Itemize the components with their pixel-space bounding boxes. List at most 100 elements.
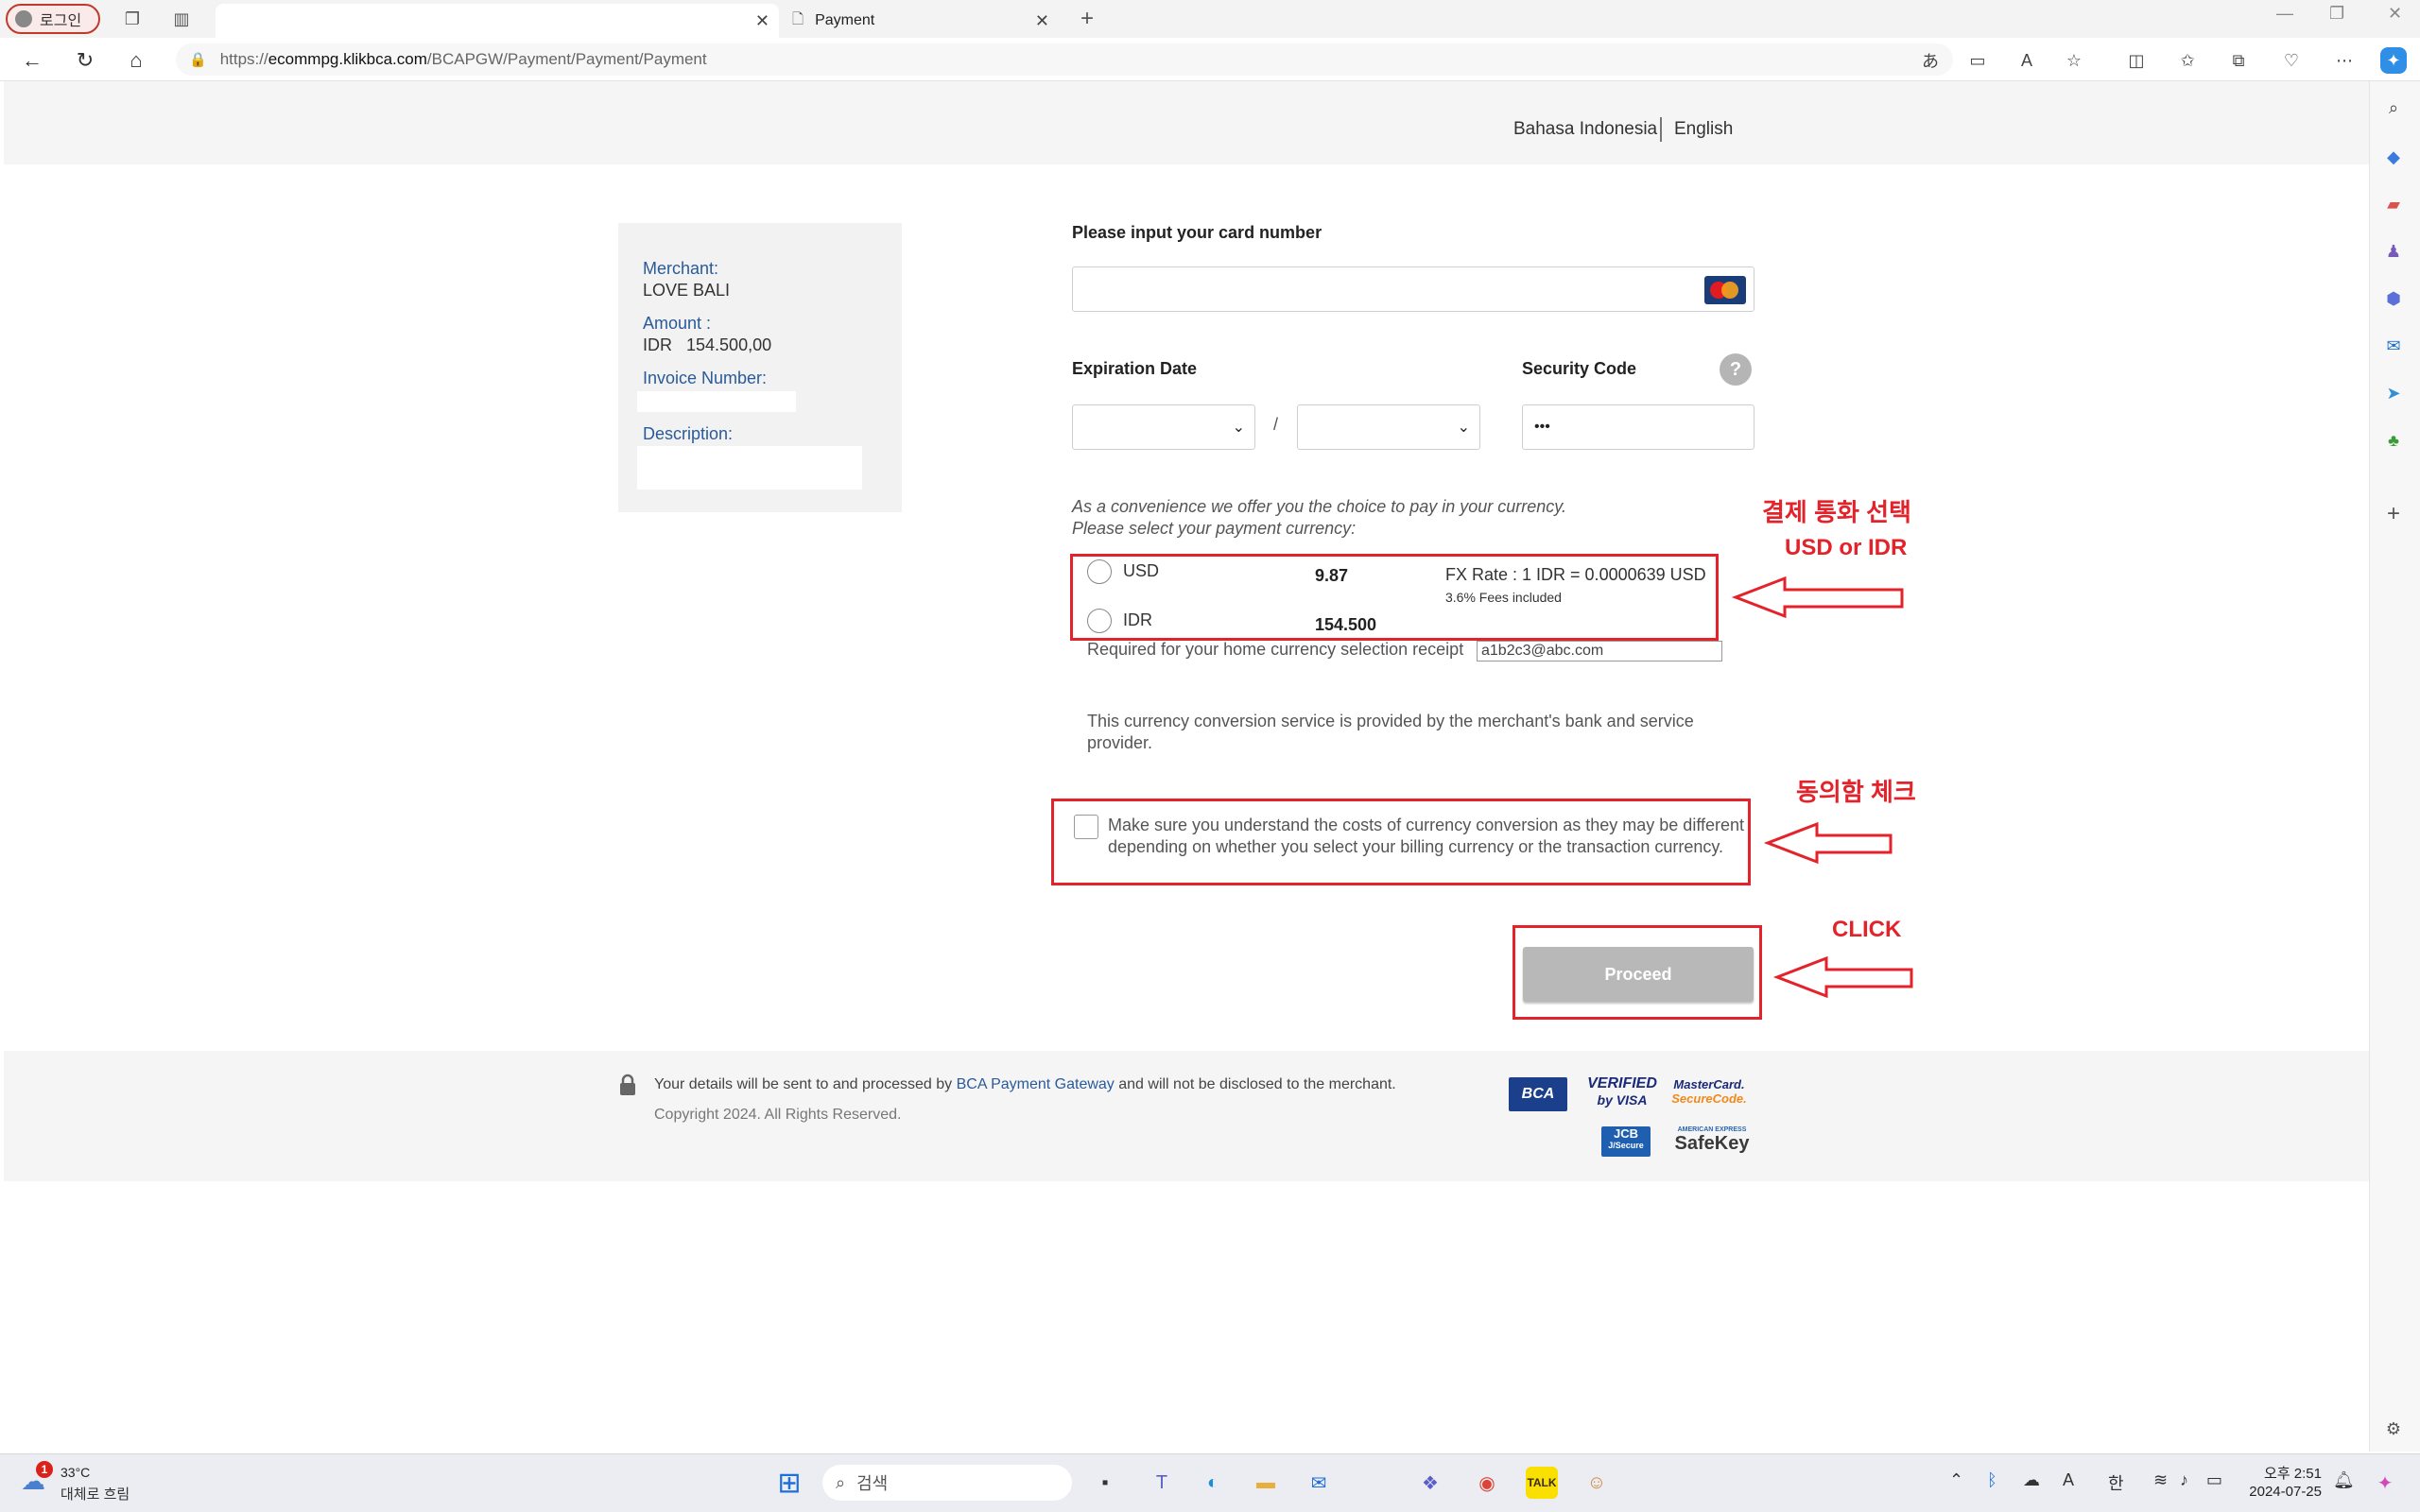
- amount-value: IDR 154.500,00: [643, 335, 771, 355]
- currency-intro-line2: Please select your payment currency:: [1072, 519, 1357, 538]
- url-host: ecommpg.klikbca.com: [268, 50, 427, 68]
- file-explorer-icon[interactable]: ▬: [1250, 1467, 1282, 1499]
- chrome-icon[interactable]: ◉: [1471, 1467, 1503, 1499]
- lock-icon[interactable]: 🔒: [189, 51, 207, 68]
- clock-time[interactable]: 오후 2:51: [2246, 1463, 2322, 1483]
- close-tab-icon[interactable]: ✕: [1035, 11, 1049, 31]
- teams-icon[interactable]: T: [1146, 1467, 1178, 1499]
- ime-mode-han[interactable]: 한: [2108, 1470, 2124, 1495]
- favorites-icon[interactable]: ✩: [2174, 47, 2201, 74]
- mastercard-logo-icon: [1704, 276, 1746, 304]
- close-tab-icon[interactable]: ✕: [755, 11, 769, 31]
- taskbar-search-placeholder: 검색: [856, 1474, 889, 1493]
- description-value: [637, 446, 862, 490]
- security-code-input[interactable]: •••: [1522, 404, 1754, 450]
- windows-start-icon[interactable]: ⊞: [773, 1467, 805, 1499]
- kakaotalk-icon[interactable]: TALK: [1526, 1467, 1558, 1499]
- wifi-icon[interactable]: ≋: [2153, 1470, 2168, 1490]
- workspaces-icon[interactable]: ❐: [119, 6, 146, 32]
- visa-line1: VERIFIED: [1587, 1075, 1657, 1091]
- amount-currency: IDR: [643, 335, 672, 354]
- clock-date[interactable]: 2024-07-25: [2246, 1484, 2322, 1500]
- card-number-label: Please input your card number: [1072, 223, 1322, 242]
- ime-mode-a[interactable]: A: [2063, 1470, 2074, 1490]
- restore-icon[interactable]: ❐: [2329, 4, 2344, 24]
- annotation-click-title: CLICK: [1832, 917, 1902, 942]
- jcb-line2: J/Secure: [1608, 1141, 1644, 1150]
- profile-button[interactable]: 로그인: [6, 4, 100, 34]
- jcb-jsecure-logo: JCB J/Secure: [1601, 1126, 1651, 1157]
- task-view-icon[interactable]: ▪: [1089, 1467, 1121, 1499]
- onedrive-icon[interactable]: ☁: [2023, 1470, 2040, 1490]
- m365-icon[interactable]: ⬢: [2380, 285, 2407, 312]
- arrow-left-icon: [1763, 821, 1893, 865]
- tray-chevron-icon[interactable]: ⌃: [1949, 1470, 1963, 1490]
- tab-payment[interactable]: 🗋 Payment ✕: [779, 4, 1059, 38]
- mail-icon[interactable]: ✉: [1303, 1467, 1335, 1499]
- help-question-icon[interactable]: ?: [1720, 353, 1752, 386]
- tools-icon[interactable]: ▰: [2380, 191, 2407, 217]
- card-number-input[interactable]: [1072, 266, 1754, 312]
- annotation-currency-title: 결제 통화 선택: [1762, 498, 1911, 526]
- add-sidebar-icon[interactable]: +: [2380, 501, 2407, 527]
- service-note: This currency conversion service is prov…: [1087, 712, 1694, 752]
- currency-highlight-box: [1070, 554, 1719, 641]
- card-icon[interactable]: ▭: [1964, 47, 1991, 74]
- tab-blank[interactable]: ✕: [216, 4, 779, 38]
- search-icon[interactable]: ⌕: [2380, 94, 2407, 121]
- copilot-app-icon[interactable]: ❖: [1414, 1467, 1446, 1499]
- collections-icon[interactable]: ⧉: [2225, 47, 2252, 74]
- url-prefix: https://: [219, 50, 268, 68]
- copilot-icon[interactable]: ✦: [2380, 47, 2407, 74]
- character-app-icon[interactable]: ☺: [1581, 1467, 1613, 1499]
- copilot-tray-icon[interactable]: ✦: [2369, 1467, 2401, 1499]
- send-icon[interactable]: ➤: [2380, 380, 2407, 406]
- volume-icon[interactable]: ♪: [2180, 1470, 2188, 1490]
- games-icon[interactable]: ♟: [2380, 238, 2407, 265]
- chevron-down-icon: ⌄: [1232, 420, 1245, 436]
- read-aloud-icon[interactable]: A: [2014, 47, 2040, 74]
- bca-logo: BCA: [1509, 1077, 1567, 1111]
- edge-icon[interactable]: ◐: [1197, 1467, 1229, 1499]
- receipt-label: Required for your home currency selectio…: [1087, 640, 1464, 659]
- bca-logo-text: BCA: [1521, 1086, 1555, 1102]
- copyright: Copyright 2024. All Rights Reserved.: [654, 1107, 902, 1123]
- arrow-left-icon: [1731, 576, 1904, 619]
- vertical-tabs-icon[interactable]: ▥: [168, 6, 195, 32]
- bluetooth-icon[interactable]: ᛒ: [1987, 1470, 1997, 1490]
- lang-english-link[interactable]: English: [1674, 119, 1733, 140]
- favorite-star-icon[interactable]: ☆: [2061, 47, 2087, 74]
- expiry-year-select[interactable]: ⌄: [1297, 404, 1480, 450]
- mc-line1: MasterCard.: [1673, 1077, 1745, 1091]
- shopping-tag-icon[interactable]: ◆: [2380, 144, 2407, 170]
- refresh-icon[interactable]: ↻: [70, 45, 100, 76]
- receipt-email-input[interactable]: a1b2c3@abc.com: [1477, 641, 1722, 662]
- weather-badge: 1: [36, 1461, 53, 1478]
- footer-text-after: and will not be disclosed to the merchan…: [1118, 1076, 1396, 1092]
- new-tab-icon[interactable]: +: [1074, 6, 1100, 32]
- tree-icon[interactable]: ♣: [2380, 427, 2407, 454]
- outlook-icon[interactable]: ✉: [2380, 333, 2407, 359]
- bca-gateway-link[interactable]: BCA Payment Gateway: [957, 1076, 1115, 1092]
- url-bar[interactable]: 🔒 https://ecommpg.klikbca.com/BCAPGW/Pay…: [176, 43, 1953, 76]
- close-window-icon[interactable]: ✕: [2388, 4, 2402, 24]
- translate-icon[interactable]: あ: [1917, 47, 1944, 74]
- home-icon[interactable]: ⌂: [121, 45, 151, 76]
- amex-safekey-logo: AMERICAN EXPRESS SafeKey: [1669, 1126, 1754, 1159]
- amex-line2: SafeKey: [1674, 1133, 1750, 1154]
- padlock-icon: [620, 1074, 635, 1095]
- agree-highlight-box: [1051, 799, 1751, 885]
- lang-bahasa-link[interactable]: Bahasa Indonesia: [1513, 119, 1657, 140]
- settings-gear-icon[interactable]: ⚙: [2380, 1416, 2407, 1442]
- minimize-icon[interactable]: —: [2276, 4, 2293, 24]
- arrow-left-icon: [1772, 955, 1913, 999]
- taskbar-search[interactable]: ⌕ 검색: [822, 1465, 1072, 1501]
- more-menu-icon[interactable]: ⋯: [2331, 47, 2358, 74]
- expiry-month-select[interactable]: ⌄: [1072, 404, 1255, 450]
- notification-bell-icon[interactable]: 🔔︎: [2333, 1470, 2355, 1490]
- page-footer: [4, 1051, 2369, 1181]
- battery-icon[interactable]: ▭: [2206, 1470, 2222, 1490]
- back-icon[interactable]: ←: [17, 45, 47, 76]
- split-screen-icon[interactable]: ◫: [2123, 47, 2150, 74]
- browser-essentials-icon[interactable]: ♡: [2278, 47, 2305, 74]
